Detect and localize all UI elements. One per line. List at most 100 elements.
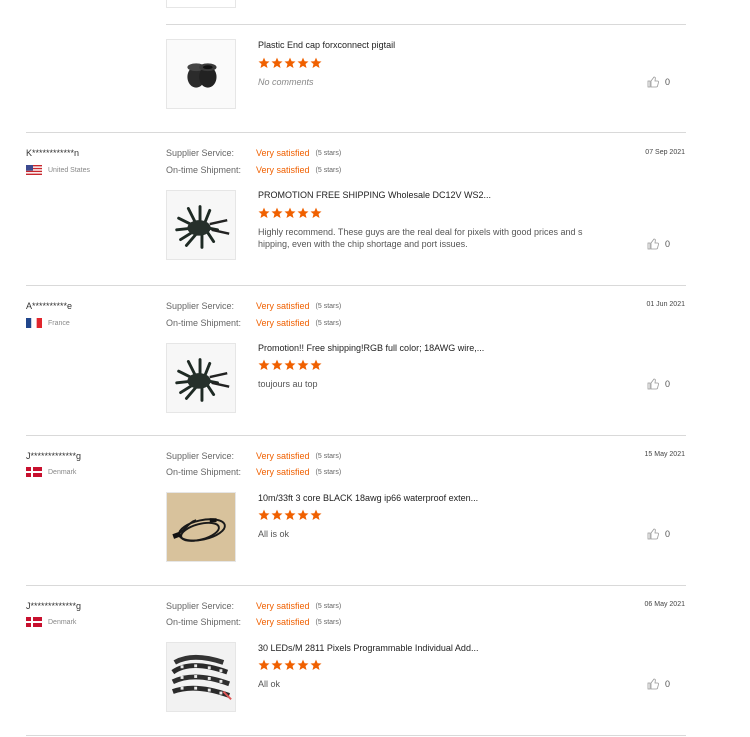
thumbs-up-icon <box>647 76 659 88</box>
review-comment: toujours au top <box>258 379 318 389</box>
buyer-country: Denmark <box>26 617 76 627</box>
rating-label: On-time Shipment: <box>166 318 242 328</box>
review-date: 01 Jun 2021 <box>646 301 685 308</box>
helpful-button[interactable]: 0 <box>647 238 670 250</box>
rating-stars-text: (5 stars) <box>315 319 342 327</box>
star-icon <box>297 207 309 218</box>
product-title[interactable]: Plastic End cap forxconnect pigtail <box>258 40 395 50</box>
led-strip-image <box>167 643 235 711</box>
buyer-name: J*************g <box>26 601 82 611</box>
divider <box>166 24 686 25</box>
us-flag-icon <box>26 165 42 175</box>
rating-stars-text: (5 stars) <box>315 452 342 460</box>
divider <box>26 285 686 286</box>
rating-stars-text: (5 stars) <box>315 602 342 610</box>
star-icon <box>258 207 270 218</box>
review-comment: Highly recommend. These guys are the rea… <box>258 227 583 249</box>
product-thumbnail[interactable] <box>166 190 236 260</box>
dk-flag-icon <box>26 617 42 627</box>
star-rating <box>258 207 322 219</box>
rating-stars-text: (5 stars) <box>315 166 342 174</box>
rating-value: Very satisfied <box>256 617 310 627</box>
star-icon <box>310 57 322 68</box>
rating-value: Very satisfied <box>256 451 310 461</box>
shipment-rating: On-time Shipment: Very satisfied (5 star… <box>166 317 341 329</box>
helpful-button[interactable]: 0 <box>647 378 670 390</box>
star-icon <box>310 359 322 370</box>
supplier-service-rating: Supplier Service: Very satisfied (5 star… <box>166 600 341 612</box>
country-name: France <box>48 319 70 327</box>
star-icon <box>297 509 309 520</box>
rating-label: On-time Shipment: <box>166 165 242 175</box>
star-icon <box>271 509 283 520</box>
shipment-rating: On-time Shipment: Very satisfied (5 star… <box>166 164 341 176</box>
rating-value: Very satisfied <box>256 301 310 311</box>
helpful-button[interactable]: 0 <box>647 678 670 690</box>
rating-label: Supplier Service: <box>166 451 235 461</box>
thumbs-up-icon <box>647 528 659 540</box>
led-pixel-string-image <box>167 191 235 259</box>
star-icon <box>271 207 283 218</box>
product-thumbnail[interactable] <box>166 492 236 562</box>
rating-value: Very satisfied <box>256 148 310 158</box>
rating-stars-text: (5 stars) <box>315 618 342 626</box>
product-thumbnail[interactable] <box>166 343 236 413</box>
star-icon <box>297 659 309 670</box>
rating-label: On-time Shipment: <box>166 617 242 627</box>
product-title[interactable]: PROMOTION FREE SHIPPING Wholesale DC12V … <box>258 190 491 200</box>
star-icon <box>284 359 296 370</box>
product-title[interactable]: 10m/33ft 3 core BLACK 18awg ip66 waterpr… <box>258 493 478 503</box>
end-cap-image <box>167 40 235 108</box>
star-icon <box>284 509 296 520</box>
buyer-country: Denmark <box>26 467 76 477</box>
buyer-name: A**********e <box>26 301 73 311</box>
shipment-rating: On-time Shipment: Very satisfied (5 star… <box>166 466 341 478</box>
star-icon <box>297 359 309 370</box>
helpful-button[interactable]: 0 <box>647 76 670 88</box>
product-title[interactable]: 30 LEDs/M 2811 Pixels Programmable Indiv… <box>258 643 478 653</box>
star-icon <box>310 509 322 520</box>
supplier-service-rating: Supplier Service: Very satisfied (5 star… <box>166 450 341 462</box>
review-comment: All is ok <box>258 529 290 539</box>
divider <box>26 132 686 133</box>
rating-value: Very satisfied <box>256 467 310 477</box>
star-icon <box>258 57 270 68</box>
star-icon <box>284 207 296 218</box>
rating-value: Very satisfied <box>256 601 310 611</box>
rating-value: Very satisfied <box>256 165 310 175</box>
star-icon <box>258 509 270 520</box>
thumbs-up-icon <box>647 378 659 390</box>
extension-cable-image <box>167 493 235 561</box>
helpful-count: 0 <box>665 679 671 689</box>
rating-stars-text: (5 stars) <box>315 149 342 157</box>
thumbs-up-icon <box>647 678 659 690</box>
star-rating <box>258 509 322 521</box>
star-icon <box>258 359 270 370</box>
star-icon <box>271 57 283 68</box>
rating-label: Supplier Service: <box>166 301 235 311</box>
review-comment: No comments <box>258 77 314 87</box>
helpful-count: 0 <box>665 379 671 389</box>
review-date: 07 Sep 2021 <box>645 149 685 156</box>
review-date: 15 May 2021 <box>644 451 685 458</box>
product-thumbnail-partial[interactable] <box>166 0 236 8</box>
star-rating <box>258 659 322 671</box>
buyer-country: France <box>26 318 70 328</box>
star-icon <box>258 659 270 670</box>
buyer-name: J*************g <box>26 451 82 461</box>
led-pixel-string-image <box>167 344 235 412</box>
country-name: Denmark <box>48 468 77 476</box>
rating-value: Very satisfied <box>256 318 310 328</box>
product-thumbnail[interactable] <box>166 39 236 109</box>
product-thumbnail[interactable] <box>166 642 236 712</box>
product-title[interactable]: Promotion!! Free shipping!RGB full color… <box>258 343 484 353</box>
rating-label: Supplier Service: <box>166 148 235 158</box>
helpful-count: 0 <box>665 77 671 87</box>
review-date: 06 May 2021 <box>644 601 685 608</box>
star-icon <box>310 207 322 218</box>
helpful-button[interactable]: 0 <box>647 528 670 540</box>
helpful-count: 0 <box>665 529 671 539</box>
country-name: United States <box>48 166 91 174</box>
review-comment: All ok <box>258 679 281 689</box>
supplier-service-rating: Supplier Service: Very satisfied (5 star… <box>166 300 341 312</box>
